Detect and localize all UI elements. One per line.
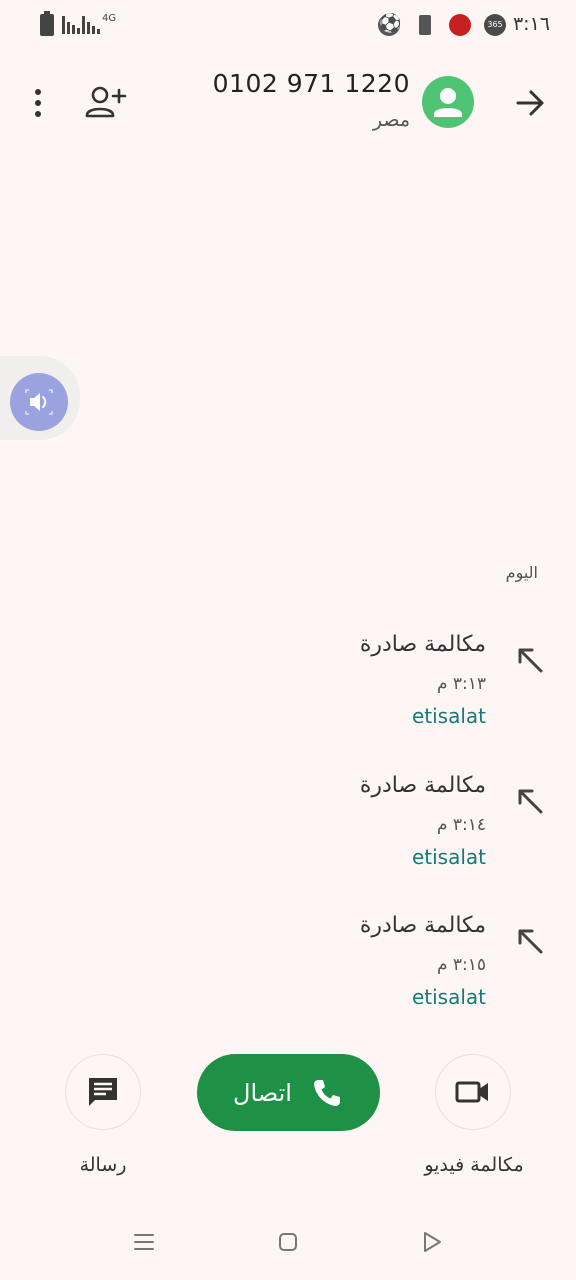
- videocam-icon: [455, 1081, 488, 1103]
- home-icon[interactable]: [274, 1228, 302, 1256]
- call-carrier: etisalat: [411, 985, 486, 1009]
- call-carrier: etisalat: [411, 845, 486, 869]
- status-bar: 4G 365 ٣:١٦: [0, 0, 576, 50]
- outgoing-call-icon: [518, 648, 543, 673]
- outgoing-call-icon: [518, 789, 543, 814]
- news-app-icon: [449, 14, 471, 36]
- nav-back-icon[interactable]: [418, 1228, 446, 1256]
- video-call-button-label: مكالمة فيديو: [424, 1154, 524, 1176]
- call-button-label: اتصال: [233, 1078, 292, 1107]
- arrow-forward-icon: [516, 90, 544, 116]
- call-type: مكالمة صادرة: [359, 773, 486, 798]
- more-options-button[interactable]: [26, 86, 50, 120]
- more-vert-icon: [35, 89, 41, 117]
- call-type: مكالمة صادرة: [359, 913, 486, 938]
- person-add-icon: [85, 86, 127, 118]
- football-app-icon: [378, 13, 401, 36]
- network-type: 4G: [102, 13, 117, 24]
- message-icon: [89, 1078, 117, 1106]
- call-time: ٣:١٣ م: [436, 674, 486, 694]
- video-call-button[interactable]: [435, 1054, 511, 1130]
- call-history-item[interactable]: مكالمة صادرة ٣:١٥ م etisalat: [0, 913, 576, 1033]
- contact-avatar: [422, 76, 474, 128]
- section-label-today: اليوم: [505, 563, 538, 582]
- call-time: ٣:١٥ م: [436, 955, 486, 975]
- country-label: مصر: [372, 109, 410, 131]
- add-contact-button[interactable]: [84, 84, 128, 120]
- message-button[interactable]: [65, 1054, 141, 1130]
- call-type: مكالمة صادرة: [359, 632, 486, 657]
- phone-icon: [313, 1079, 340, 1106]
- call-history-item[interactable]: مكالمة صادرة ٣:١٣ م etisalat: [0, 632, 576, 752]
- navigation-bar: [0, 1210, 576, 1280]
- back-button[interactable]: [512, 86, 550, 120]
- person-icon: [434, 88, 462, 117]
- recents-menu-icon[interactable]: [130, 1228, 158, 1256]
- speaker-icon: [25, 389, 53, 415]
- call-time: ٣:١٤ م: [436, 815, 486, 835]
- call-carrier: etisalat: [411, 704, 486, 728]
- call-button[interactable]: اتصال: [197, 1054, 380, 1131]
- speaker-button[interactable]: [10, 373, 68, 431]
- call-history-item[interactable]: مكالمة صادرة ٣:١٤ م etisalat: [0, 773, 576, 893]
- signal-icon: [62, 16, 100, 34]
- phone-number: 0102 971 1220: [212, 69, 410, 98]
- status-time: ٣:١٦: [512, 13, 550, 35]
- message-button-label: رسالة: [79, 1154, 127, 1176]
- battery-saver-icon: [419, 15, 431, 35]
- sports-365-icon: 365: [484, 14, 506, 36]
- battery-icon: [40, 11, 54, 36]
- outgoing-call-icon: [518, 929, 543, 954]
